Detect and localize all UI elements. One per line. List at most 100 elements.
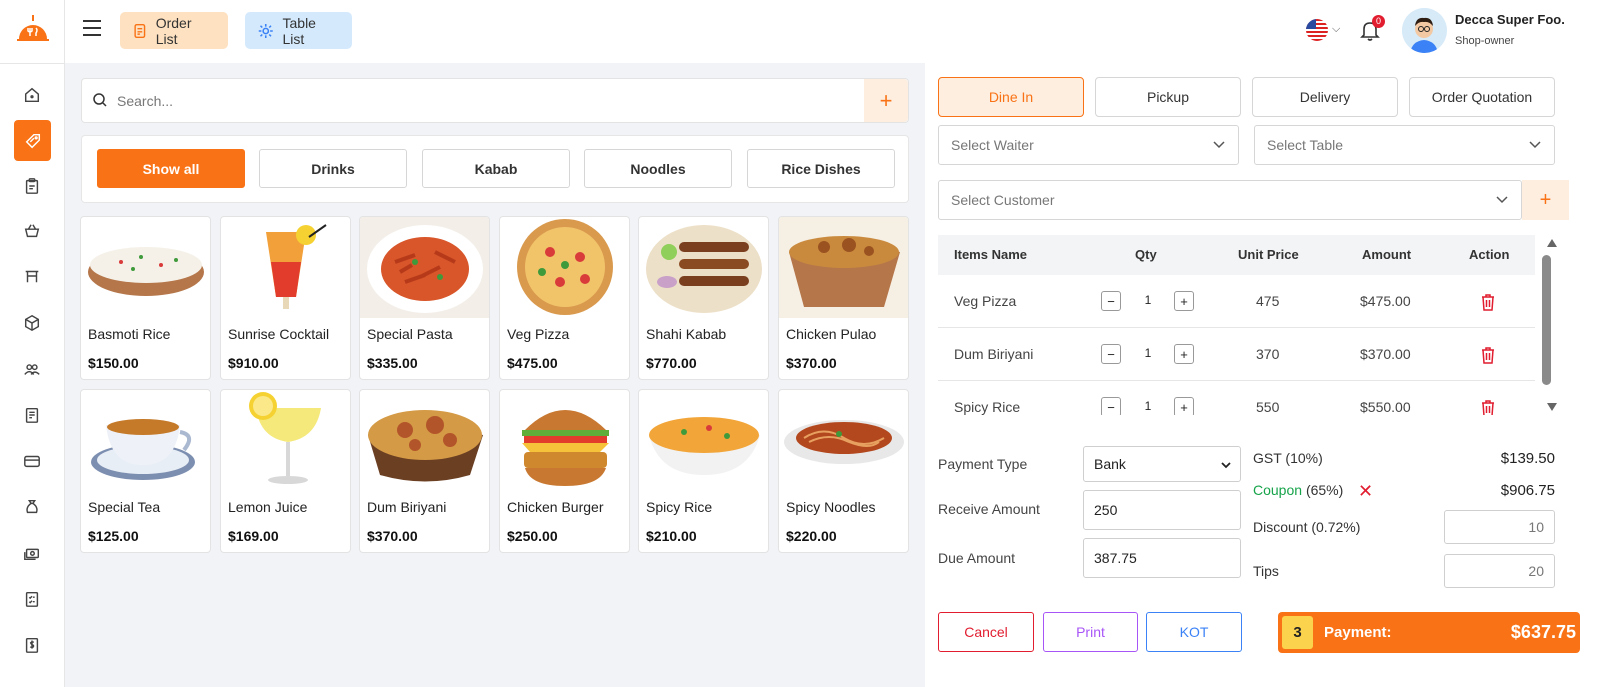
payment-label: Payment: xyxy=(1324,624,1392,641)
discount-input[interactable]: 10 xyxy=(1444,510,1555,544)
tab-delivery[interactable]: Delivery xyxy=(1252,77,1398,117)
language-chevron-icon[interactable]: ⌵ xyxy=(1332,23,1340,36)
cart-scrollbar-thumb[interactable] xyxy=(1542,255,1551,385)
tab-pickup[interactable]: Pickup xyxy=(1095,77,1241,117)
remove-coupon-icon[interactable]: ✕ xyxy=(1358,481,1373,502)
box-icon[interactable] xyxy=(19,310,45,336)
due-amount-label: Due Amount xyxy=(938,550,1016,566)
invoice-dollar-icon[interactable] xyxy=(19,632,45,658)
table-list-button[interactable]: Table List xyxy=(245,12,352,49)
item-count-badge: 3 xyxy=(1282,616,1313,649)
discount-value: 10 xyxy=(1528,519,1544,535)
qty-decrease-button[interactable]: − xyxy=(1101,291,1121,311)
receive-amount-input[interactable]: 250 xyxy=(1083,490,1241,530)
print-button[interactable]: Print xyxy=(1043,612,1138,652)
add-customer-button[interactable]: + xyxy=(1522,180,1569,220)
amount: $370.00 xyxy=(1360,346,1411,362)
chevron-down-icon xyxy=(1496,196,1508,204)
top-bar: Order List Table List ⌵ 0 Decca Super Fo… xyxy=(65,0,1600,63)
unit-price: 475 xyxy=(1256,293,1280,309)
qty-increase-button[interactable]: + xyxy=(1174,397,1194,415)
product-card[interactable]: Sunrise Cocktail $910.00 xyxy=(220,216,351,380)
card-icon[interactable] xyxy=(19,448,45,474)
tab-order-quotation[interactable]: Order Quotation xyxy=(1409,77,1555,117)
waiter-select[interactable]: Select Waiter xyxy=(938,125,1239,165)
user-name[interactable]: Decca Super Foo. xyxy=(1455,12,1565,27)
product-price: $220.00 xyxy=(786,528,837,544)
product-card[interactable]: Dum Biriyani $370.00 xyxy=(359,389,490,553)
add-product-button[interactable]: + xyxy=(864,79,908,122)
product-name: Sunrise Cocktail xyxy=(228,326,330,342)
product-name: Spicy Noodles xyxy=(786,499,876,515)
users-icon[interactable] xyxy=(19,356,45,382)
category-noodles[interactable]: Noodles xyxy=(584,149,732,188)
sunrise-cocktail-image xyxy=(266,224,327,309)
product-card[interactable]: Shahi Kabab $770.00 xyxy=(638,216,769,380)
menu-toggle-icon[interactable] xyxy=(83,20,103,38)
checklist-icon[interactable] xyxy=(19,586,45,612)
product-card[interactable]: Special Tea $125.00 xyxy=(80,389,211,553)
payment-type-label: Payment Type xyxy=(938,456,1028,472)
notification-count-badge: 0 xyxy=(1372,15,1385,28)
col-unit-price: Unit Price xyxy=(1238,247,1299,262)
qty-decrease-button[interactable]: − xyxy=(1101,344,1121,364)
product-card[interactable]: Veg Pizza $475.00 xyxy=(499,216,630,380)
kot-button[interactable]: KOT xyxy=(1146,612,1242,652)
product-price: $335.00 xyxy=(367,355,418,371)
product-card[interactable]: Spicy Noodles $220.00 xyxy=(778,389,909,553)
category-filter-bar: Show all Drinks Kabab Noodles Rice Dishe… xyxy=(81,135,909,203)
product-card[interactable]: Basmoti Rice $150.00 xyxy=(80,216,211,380)
qty-increase-button[interactable]: + xyxy=(1174,291,1194,311)
sidebar xyxy=(0,0,65,687)
payment-button[interactable]: 3 Payment: $637.75 xyxy=(1278,612,1580,653)
product-name: Veg Pizza xyxy=(507,326,570,342)
delete-trash-icon[interactable] xyxy=(1480,399,1496,415)
category-rice-dishes[interactable]: Rice Dishes xyxy=(747,149,895,188)
veg-pizza-image xyxy=(517,219,613,315)
home-icon[interactable] xyxy=(19,82,45,108)
tips-input[interactable]: 20 xyxy=(1444,554,1555,588)
cash-icon[interactable] xyxy=(19,540,45,566)
cancel-button[interactable]: Cancel xyxy=(938,612,1034,652)
product-card[interactable]: Chicken Burger $250.00 xyxy=(499,389,630,553)
special-pasta-image xyxy=(360,217,489,318)
basket-icon[interactable] xyxy=(19,218,45,244)
category-drinks[interactable]: Drinks xyxy=(259,149,407,188)
tab-dine-in[interactable]: Dine In xyxy=(938,77,1084,117)
receive-amount-value: 250 xyxy=(1094,502,1118,518)
brand-logo[interactable] xyxy=(15,12,51,48)
pos-tag-icon[interactable] xyxy=(14,120,51,161)
order-list-button[interactable]: Order List xyxy=(120,12,228,49)
table-icon[interactable] xyxy=(19,263,45,289)
product-card[interactable]: Special Pasta $335.00 xyxy=(359,216,490,380)
product-name: Chicken Pulao xyxy=(786,326,877,342)
product-card[interactable]: Lemon Juice $169.00 xyxy=(220,389,351,553)
product-card[interactable]: Spicy Rice $210.00 xyxy=(638,389,769,553)
qty-decrease-button[interactable]: − xyxy=(1101,397,1121,415)
payment-type-select[interactable]: Bank xyxy=(1083,446,1241,482)
money-bag-icon[interactable] xyxy=(19,494,45,520)
coupon-percent: (65%) xyxy=(1305,482,1344,498)
delete-trash-icon[interactable] xyxy=(1480,346,1496,364)
customer-select-label: Select Customer xyxy=(951,192,1055,208)
us-flag-icon[interactable] xyxy=(1306,19,1328,41)
receive-amount-label: Receive Amount xyxy=(938,501,1040,517)
product-price: $169.00 xyxy=(228,528,279,544)
report-icon[interactable] xyxy=(19,402,45,428)
search-input[interactable] xyxy=(117,87,857,115)
delete-trash-icon[interactable] xyxy=(1480,293,1496,311)
quantity-stepper: − 1 + xyxy=(1101,291,1194,311)
table-select[interactable]: Select Table xyxy=(1254,125,1555,165)
orders-clipboard-icon[interactable] xyxy=(19,173,45,199)
tips-value: 20 xyxy=(1528,563,1544,579)
category-show-all[interactable]: Show all xyxy=(97,149,245,188)
due-amount-input[interactable]: 387.75 xyxy=(1083,538,1241,578)
item-name: Spicy Rice xyxy=(954,399,1021,415)
avatar[interactable] xyxy=(1402,8,1447,53)
category-kabab[interactable]: Kabab xyxy=(422,149,570,188)
qty-increase-button[interactable]: + xyxy=(1174,344,1194,364)
product-name: Spicy Rice xyxy=(646,499,713,515)
customer-select[interactable]: Select Customer xyxy=(938,180,1522,220)
product-card[interactable]: Chicken Pulao $370.00 xyxy=(778,216,909,380)
product-price: $125.00 xyxy=(88,528,139,544)
